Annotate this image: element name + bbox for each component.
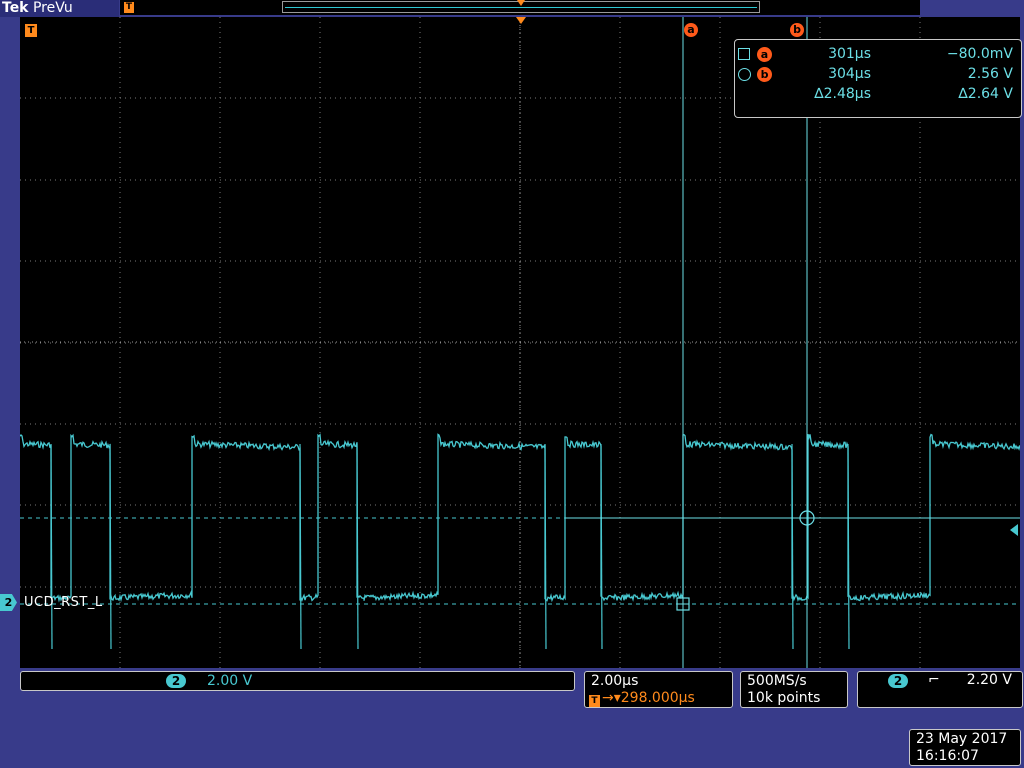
edge-spike: [544, 443, 547, 650]
readout-row-delta: ∆2.48µs ∆2.64 V: [735, 86, 1021, 106]
delta-time: ∆2.48µs: [814, 86, 871, 102]
cursor-a-badge: a: [757, 47, 772, 62]
cursor-b-label[interactable]: b: [790, 23, 804, 37]
record-length: 10k points: [747, 690, 821, 706]
cursor-a-time: 301µs: [828, 46, 871, 62]
timebase-readout[interactable]: 2.00µs T →▾298.000µs: [584, 671, 733, 708]
cursor-a-value: −80.0mV: [946, 46, 1013, 62]
time-per-div: 2.00µs: [591, 673, 639, 689]
trigger-delay-value: →▾298.000µs: [602, 690, 695, 706]
readout-row-b: b 304µs 2.56 V: [735, 66, 1021, 86]
delta-value: ∆2.64 V: [958, 86, 1013, 102]
datetime-readout: 23 May 2017 16:16:07: [909, 729, 1021, 766]
trigger-channel-badge: 2: [888, 674, 908, 688]
channel-2-label: UCD_RST_L: [24, 595, 103, 610]
channel-2-marker[interactable]: 2: [0, 594, 17, 611]
trigger-level-arrow[interactable]: [1010, 524, 1018, 536]
channel-2-badge: 2: [166, 674, 186, 688]
vertical-scale-value: 2.00 V: [207, 673, 253, 689]
date: 23 May 2017: [916, 731, 1008, 747]
cursor-b-time: 304µs: [828, 66, 871, 82]
brand-name: Tek: [2, 0, 29, 16]
edge-spike: [791, 443, 794, 650]
time: 16:16:07: [916, 748, 979, 764]
cursor-b-badge: b: [757, 67, 772, 82]
mode-label: PreVu: [32, 0, 73, 16]
vertical-scale-readout[interactable]: 2 2.00 V: [20, 671, 575, 691]
falling-edge-icon: ⌐: [928, 672, 940, 688]
edge-spike: [299, 443, 302, 650]
brand-label: Tek PreVu: [0, 0, 119, 17]
waveform-display[interactable]: T a b a 301µs −80.0mV b 304µs 2.56 V ∆2.…: [20, 17, 1022, 668]
edge-spike: [847, 443, 850, 650]
acquisition-readout[interactable]: 500MS/s 10k points: [740, 671, 848, 708]
square-icon: [738, 48, 750, 60]
trigger-marker-icon[interactable]: T: [25, 24, 37, 37]
trigger-delay: T →▾298.000µs: [589, 690, 695, 707]
trigger-level: 2.20 V: [966, 672, 1012, 688]
readout-row-a: a 301µs −80.0mV: [735, 46, 1021, 66]
edge-spike: [50, 443, 53, 650]
cursor-readout: a 301µs −80.0mV b 304µs 2.56 V ∆2.48µs ∆…: [734, 39, 1022, 118]
edge-spike: [109, 443, 112, 650]
sample-rate: 500MS/s: [747, 673, 807, 689]
record-view-bar[interactable]: T: [120, 0, 920, 15]
cursor-b-value: 2.56 V: [967, 66, 1013, 82]
cursor-a-label[interactable]: a: [684, 23, 698, 37]
edge-spike: [600, 443, 603, 650]
circle-icon: [738, 68, 751, 81]
trigger-position-icon: T: [124, 2, 134, 13]
top-bar: Tek PreVu T: [0, 0, 1024, 17]
trigger-icon: T: [589, 695, 600, 707]
record-trigger-marker: [517, 0, 525, 6]
trigger-position-marker[interactable]: [516, 17, 526, 24]
trigger-readout[interactable]: 2 ⌐ 2.20 V: [857, 671, 1023, 708]
edge-spike: [356, 443, 359, 650]
